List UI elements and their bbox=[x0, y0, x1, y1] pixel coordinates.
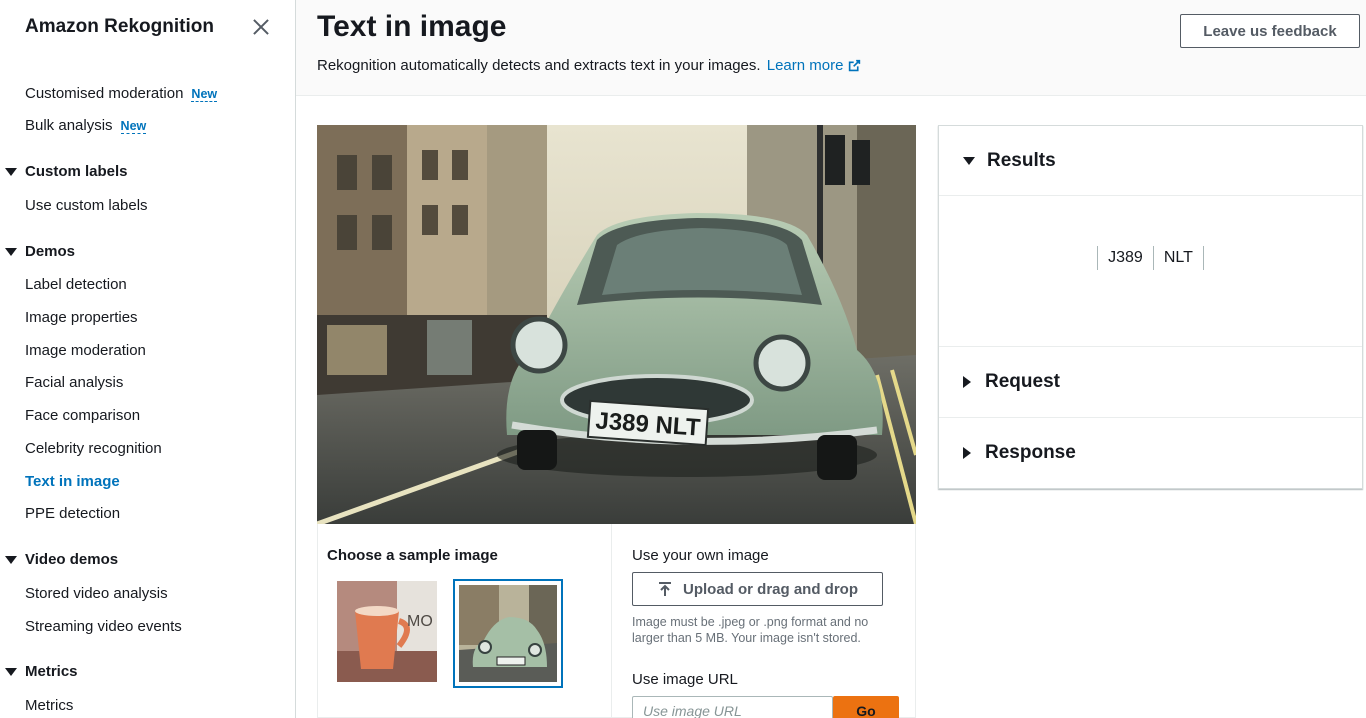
section-title: Metrics bbox=[25, 663, 78, 680]
results-panel: Results J389 NLT Request Response bbox=[938, 125, 1363, 489]
sidebar-item-customised-moderation[interactable]: Customised moderation New bbox=[25, 85, 218, 102]
image-url-title: Use image URL bbox=[632, 671, 738, 688]
section-custom-labels[interactable]: Custom labels bbox=[5, 163, 128, 180]
page-header: Text in image Rekognition automatically … bbox=[296, 0, 1366, 96]
sidebar-item-facial-analysis[interactable]: Facial analysis bbox=[25, 374, 123, 391]
upload-hint: Image must be .jpeg or .png format and n… bbox=[632, 615, 869, 645]
sidebar-item-bulk-analysis[interactable]: Bulk analysis New bbox=[25, 117, 147, 134]
image-chooser: Choose a sample image MO Use your own im… bbox=[317, 524, 916, 718]
caret-right-icon bbox=[963, 376, 971, 388]
results-toggle[interactable]: Results bbox=[963, 150, 1056, 172]
sample-image-coffee[interactable]: MO bbox=[337, 581, 437, 682]
sidebar-title: Amazon Rekognition bbox=[25, 16, 214, 37]
section-demos[interactable]: Demos bbox=[5, 243, 75, 260]
sidebar-item-ppe-detection[interactable]: PPE detection bbox=[25, 505, 120, 522]
caret-down-icon bbox=[963, 157, 975, 165]
upload-button[interactable]: Upload or drag and drop bbox=[632, 572, 883, 606]
sidebar-item-image-properties[interactable]: Image properties bbox=[25, 309, 138, 326]
sample-image-car[interactable] bbox=[453, 579, 563, 688]
description-text: Rekognition automatically detects and ex… bbox=[317, 57, 761, 74]
response-toggle[interactable]: Response bbox=[963, 442, 1076, 464]
sidebar-item-celebrity-recognition[interactable]: Celebrity recognition bbox=[25, 440, 162, 457]
close-icon[interactable] bbox=[251, 17, 271, 37]
upload-icon bbox=[659, 582, 671, 596]
section-title: Video demos bbox=[25, 551, 119, 568]
sidebar-item-label-detection[interactable]: Label detection bbox=[25, 276, 127, 293]
own-image-title: Use your own image bbox=[632, 547, 769, 564]
learn-more-label: Learn more bbox=[766, 57, 844, 74]
learn-more-link[interactable]: Learn more bbox=[767, 57, 862, 74]
sidebar-item-image-moderation[interactable]: Image moderation bbox=[25, 342, 146, 359]
results-body bbox=[939, 196, 1362, 347]
caret-down-icon bbox=[5, 667, 17, 676]
upload-label: Upload or drag and drop bbox=[683, 580, 858, 598]
section-video-demos[interactable]: Video demos bbox=[5, 551, 118, 568]
sidebar-item-face-comparison[interactable]: Face comparison bbox=[25, 407, 140, 424]
new-badge: New bbox=[120, 119, 147, 134]
caret-down-icon bbox=[5, 555, 17, 564]
response-title: Response bbox=[985, 442, 1076, 463]
sidebar-item-stored-video-analysis[interactable]: Stored video analysis bbox=[25, 585, 168, 602]
section-title: Custom labels bbox=[25, 163, 128, 180]
leave-feedback-button[interactable]: Leave us feedback bbox=[1180, 14, 1360, 48]
detected-text-tokens: J389 NLT bbox=[939, 246, 1362, 270]
detected-token[interactable]: J389 bbox=[1097, 246, 1153, 270]
caret-down-icon bbox=[5, 167, 17, 176]
detected-token[interactable]: NLT bbox=[1152, 246, 1204, 270]
image-url-input[interactable] bbox=[632, 696, 833, 718]
results-header-row: Results bbox=[939, 126, 1362, 196]
response-row: Response bbox=[939, 418, 1362, 489]
sidebar-item-use-custom-labels[interactable]: Use custom labels bbox=[25, 197, 148, 214]
sidebar-item-label: Customised moderation bbox=[25, 85, 184, 102]
caret-down-icon bbox=[5, 247, 17, 256]
request-row: Request bbox=[939, 347, 1362, 418]
sample-image-title: Choose a sample image bbox=[327, 547, 498, 564]
sidebar: Amazon Rekognition Customised moderation… bbox=[0, 0, 296, 718]
divider bbox=[611, 524, 612, 718]
sidebar-header: Amazon Rekognition bbox=[0, 0, 295, 54]
sidebar-item-text-in-image[interactable]: Text in image bbox=[25, 473, 120, 490]
request-title: Request bbox=[985, 371, 1060, 392]
caret-right-icon bbox=[963, 447, 971, 459]
sidebar-item-label: Bulk analysis bbox=[25, 117, 113, 134]
section-metrics[interactable]: Metrics bbox=[5, 663, 78, 680]
page-title: Text in image bbox=[317, 10, 507, 43]
thumb-text: MO bbox=[407, 613, 433, 630]
external-link-icon bbox=[849, 59, 861, 72]
main-content: Text in image Rekognition automatically … bbox=[296, 0, 1366, 718]
results-title: Results bbox=[987, 150, 1056, 171]
page-description: Rekognition automatically detects and ex… bbox=[317, 57, 861, 74]
sidebar-item-metrics[interactable]: Metrics bbox=[25, 697, 73, 714]
section-title: Demos bbox=[25, 243, 76, 260]
analyzed-image: J389 NLT bbox=[317, 125, 916, 524]
new-badge: New bbox=[191, 87, 218, 102]
request-toggle[interactable]: Request bbox=[963, 371, 1060, 393]
go-button[interactable]: Go bbox=[833, 696, 899, 718]
sidebar-item-streaming-video-events[interactable]: Streaming video events bbox=[25, 618, 182, 635]
